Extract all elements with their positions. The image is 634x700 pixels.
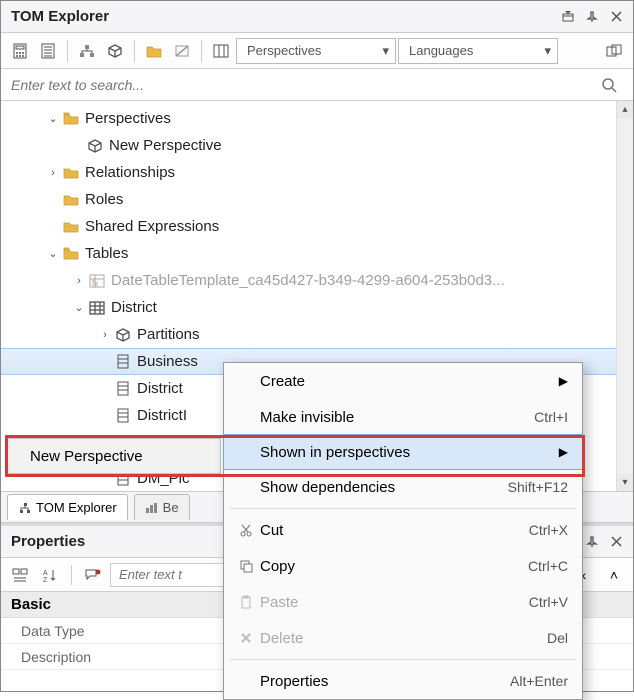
table-fx-icon: fx [87, 274, 107, 288]
tab-label: TOM Explorer [36, 500, 117, 515]
chart-icon [145, 502, 157, 514]
tree-icon [18, 502, 30, 514]
folder-icon [61, 112, 81, 125]
toolbar-calc-icon[interactable] [7, 38, 33, 64]
pin-icon[interactable] [581, 6, 603, 28]
tree-node-roles[interactable]: Roles [1, 186, 616, 213]
scroll-up-icon[interactable]: ▴ [617, 101, 633, 118]
menu-create[interactable]: Create ▶ [224, 363, 582, 399]
toolbar-overflow-icon[interactable] [601, 38, 627, 64]
folder-icon [61, 193, 81, 206]
tree-node-perspectives[interactable]: ⌄ Perspectives [1, 105, 616, 132]
folder-icon [61, 166, 81, 179]
languages-combo[interactable]: Languages ▾ [398, 38, 558, 64]
menu-copy[interactable]: Copy Ctrl+C [224, 548, 582, 584]
menu-paste: Paste Ctrl+V [224, 584, 582, 620]
tree-node-relationships[interactable]: › Relationships [1, 159, 616, 186]
window-options-icon[interactable] [557, 6, 579, 28]
toolbar-separator [71, 565, 72, 585]
column-icon [113, 408, 133, 423]
tree-scrollbar[interactable]: ▴ ▾ [616, 101, 633, 491]
menu-make-invisible[interactable]: Make invisible Ctrl+I [224, 399, 582, 435]
chevron-down-icon: ▾ [382, 43, 389, 59]
tree-search [1, 69, 633, 101]
delete-icon [232, 631, 260, 645]
expander-icon[interactable]: › [71, 275, 87, 287]
expander-icon[interactable]: ⌄ [45, 247, 61, 260]
toolbar-hierarchy-icon[interactable] [74, 38, 100, 64]
close-icon[interactable] [605, 6, 627, 28]
tom-explorer-titlebar: TOM Explorer [1, 1, 633, 33]
menu-show-dependencies[interactable]: Show dependencies Shift+F12 [224, 469, 582, 505]
folder-icon [61, 220, 81, 233]
svg-text:fx: fx [92, 279, 98, 288]
perspectives-combo-label: Perspectives [247, 43, 372, 58]
column-icon [113, 381, 133, 396]
tab-label: Be [163, 500, 179, 515]
languages-combo-label: Languages [409, 43, 534, 58]
tree-node-shared-expressions[interactable]: Shared Expressions [1, 213, 616, 240]
column-icon [113, 354, 133, 369]
menu-shown-in-perspectives[interactable]: Shown in perspectives ▶ [223, 434, 583, 470]
categorize-icon[interactable] [7, 562, 33, 588]
tree-node-date-template[interactable]: › fx DateTableTemplate_ca45d427-b349-429… [1, 267, 616, 294]
filter-msg-icon[interactable] [80, 562, 106, 588]
menu-separator [230, 508, 576, 509]
menu-separator [230, 659, 576, 660]
context-menu: Create ▶ Make invisible Ctrl+I Shown in … [223, 362, 583, 700]
perspectives-combo[interactable]: Perspectives ▾ [236, 38, 396, 64]
search-icon[interactable] [601, 77, 625, 93]
toolbar-separator [201, 40, 202, 62]
toolbar-folder-icon[interactable] [141, 38, 167, 64]
toolbar-columns-icon[interactable] [208, 38, 234, 64]
expander-icon[interactable]: ⌄ [71, 301, 87, 314]
submenu-arrow-icon: ▶ [552, 445, 568, 459]
chevron-up-icon[interactable]: ˄ [601, 562, 627, 588]
chevron-down-icon: ▾ [544, 43, 551, 59]
perspective-badge: New Perspective [7, 438, 221, 474]
expander-icon[interactable]: › [45, 167, 61, 179]
menu-cut[interactable]: Cut Ctrl+X [224, 512, 582, 548]
tree-node-tables[interactable]: ⌄ Tables [1, 240, 616, 267]
expander-icon[interactable]: ⌄ [45, 112, 61, 125]
tab-best-practices[interactable]: Be [134, 494, 190, 520]
menu-delete: Delete Del [224, 620, 582, 656]
cube-icon [85, 138, 105, 154]
tom-explorer-toolbar: Perspectives ▾ Languages ▾ [1, 33, 633, 69]
search-input[interactable] [9, 76, 601, 94]
tab-tom-explorer[interactable]: TOM Explorer [7, 494, 128, 520]
svg-text:Z: Z [43, 577, 48, 582]
cube-icon [113, 327, 133, 343]
table-icon [87, 301, 107, 315]
menu-properties[interactable]: Properties Alt+Enter [224, 663, 582, 699]
tree-node-partitions[interactable]: › Partitions [1, 321, 616, 348]
paste-icon [232, 595, 260, 609]
perspective-badge-label: New Perspective [30, 448, 143, 465]
svg-text:A: A [43, 570, 48, 577]
tree-node-new-perspective[interactable]: New Perspective [1, 132, 616, 159]
toolbar-cube-icon[interactable] [102, 38, 128, 64]
copy-icon [232, 559, 260, 573]
tree-node-district[interactable]: ⌄ District [1, 294, 616, 321]
expander-icon[interactable]: › [97, 329, 113, 341]
pin-icon[interactable] [581, 531, 603, 553]
cut-icon [232, 523, 260, 537]
toolbar-separator [134, 40, 135, 62]
toolbar-separator [67, 40, 68, 62]
tom-explorer-title: TOM Explorer [11, 8, 555, 25]
folder-icon [61, 247, 81, 260]
close-icon[interactable] [605, 531, 627, 553]
toolbar-list-icon[interactable] [35, 38, 61, 64]
toolbar-hide-icon[interactable] [169, 38, 195, 64]
submenu-arrow-icon: ▶ [552, 374, 568, 388]
sort-az-icon[interactable]: AZ [37, 562, 63, 588]
scroll-down-icon[interactable]: ▾ [617, 474, 633, 491]
